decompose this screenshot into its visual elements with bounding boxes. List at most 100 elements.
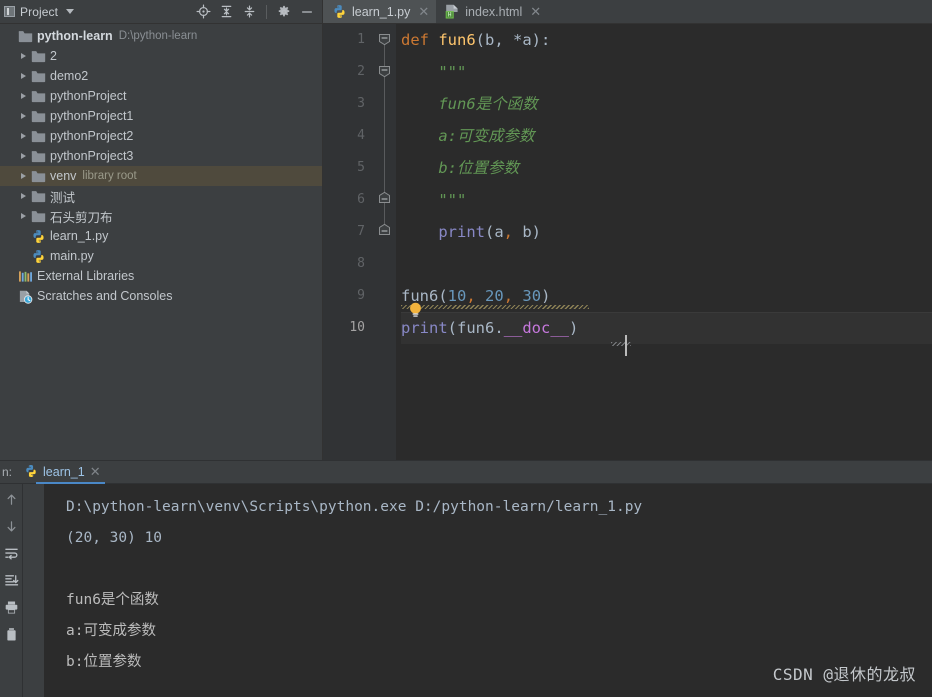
tree-item-learn-1-py[interactable]: learn_1.py bbox=[0, 226, 323, 246]
fold-marker-docstring-end[interactable] bbox=[378, 191, 391, 204]
gear-icon[interactable] bbox=[274, 2, 294, 22]
scroll-to-end-icon[interactable] bbox=[2, 571, 20, 589]
tree-item-external-libraries[interactable]: External Libraries bbox=[0, 266, 323, 286]
tree-item-[interactable]: 石头剪刀布 bbox=[0, 206, 323, 226]
folder-icon bbox=[17, 28, 33, 44]
tree-item-label: 石头剪刀布 bbox=[50, 210, 113, 225]
run-console-toolbar bbox=[0, 484, 23, 697]
tree-item-label: venv bbox=[50, 169, 77, 183]
chevron-right-icon[interactable] bbox=[17, 106, 30, 126]
chevron-right-icon[interactable] bbox=[17, 66, 30, 86]
up-arrow-icon[interactable] bbox=[2, 490, 20, 508]
tree-item-label: pythonProject bbox=[50, 89, 127, 103]
code-token: ( bbox=[438, 287, 448, 305]
fold-marker-def[interactable] bbox=[378, 33, 391, 46]
chevron-right-icon[interactable] bbox=[17, 126, 30, 146]
code-folding-gutter[interactable] bbox=[374, 24, 396, 461]
collapse-all-icon[interactable] bbox=[239, 2, 259, 22]
code-editor[interactable]: 1 2 3 4 5 6 7 8 9 10 def fun6(b, *a): ""… bbox=[323, 24, 932, 461]
line-number: 10 bbox=[349, 320, 365, 335]
tree-item-2[interactable]: 2 bbox=[0, 46, 323, 66]
close-icon[interactable]: ✕ bbox=[418, 5, 429, 18]
console-line: a:可变成参数 bbox=[66, 623, 156, 639]
chevron-right-icon[interactable] bbox=[17, 86, 30, 106]
run-tab-label: learn_1 bbox=[43, 465, 85, 479]
close-icon[interactable]: ✕ bbox=[530, 5, 541, 18]
code-line-6[interactable]: """ bbox=[401, 184, 932, 216]
tree-item-pythonproject[interactable]: pythonProject bbox=[0, 86, 323, 106]
chevron-right-icon[interactable] bbox=[17, 146, 30, 166]
code-token: (a bbox=[485, 223, 504, 241]
code-token: . bbox=[494, 319, 504, 337]
chevron-right-icon[interactable] bbox=[17, 166, 30, 186]
tree-item-pythonproject1[interactable]: pythonProject1 bbox=[0, 106, 323, 126]
tree-item-main-py[interactable]: main.py bbox=[0, 246, 323, 266]
run-tab-learn1[interactable]: learn_1 ✕ bbox=[16, 461, 109, 484]
tree-item-[interactable]: 测试 bbox=[0, 186, 323, 206]
code-token: ) bbox=[569, 319, 579, 337]
code-line-1[interactable]: def fun6(b, *a): bbox=[401, 24, 932, 56]
code-token: 10 bbox=[447, 287, 467, 305]
python-file-icon bbox=[331, 4, 347, 20]
folder-icon bbox=[30, 68, 46, 84]
code-text-area[interactable]: def fun6(b, *a): """ fun6是个函数 a:可变成参数 b:… bbox=[396, 24, 932, 461]
tree-arrow-placeholder bbox=[4, 266, 17, 286]
code-line-7[interactable]: print(a, b) bbox=[401, 216, 932, 248]
code-token: """ bbox=[401, 191, 467, 209]
project-title-group[interactable]: Project bbox=[4, 5, 75, 19]
code-line-4[interactable]: a:可变成参数 bbox=[401, 120, 932, 152]
tree-arrow-placeholder bbox=[17, 246, 30, 266]
console-output[interactable]: D:\python-learn\venv\Scripts\python.exe … bbox=[44, 484, 932, 697]
pycharm-window: Project python-learn D:\python-learn 2 d… bbox=[0, 0, 932, 697]
code-token: __doc__ bbox=[503, 319, 570, 337]
code-line-10[interactable]: print(fun6.__doc__) bbox=[401, 312, 932, 344]
code-line-3[interactable]: fun6是个函数 bbox=[401, 88, 932, 120]
tree-item-label: External Libraries bbox=[37, 269, 135, 283]
tree-item-pythonproject3[interactable]: pythonProject3 bbox=[0, 146, 323, 166]
chevron-right-icon[interactable] bbox=[17, 186, 30, 206]
folder-icon bbox=[30, 208, 46, 224]
locate-icon[interactable] bbox=[193, 2, 213, 22]
project-tree[interactable]: python-learn D:\python-learn 2 demo2 pythonP… bbox=[0, 24, 323, 461]
code-token: print bbox=[401, 319, 448, 337]
tree-item-label: Scratches and Consoles bbox=[37, 289, 173, 303]
run-window-label: n: bbox=[2, 465, 13, 479]
tree-item-python-learn[interactable]: python-learn D:\python-learn bbox=[0, 26, 323, 46]
tree-item-sublabel: D:\python-learn bbox=[118, 30, 198, 42]
tree-item-label: learn_1.py bbox=[50, 229, 109, 243]
console-gutter bbox=[23, 484, 44, 697]
editor-tab-learn-1-py[interactable]: learn_1.py ✕ bbox=[323, 0, 437, 23]
close-icon[interactable]: ✕ bbox=[90, 464, 101, 480]
tree-item-demo2[interactable]: demo2 bbox=[0, 66, 323, 86]
tree-item-scratches-and-consoles[interactable]: Scratches and Consoles bbox=[0, 286, 323, 306]
editor-tab-index-html[interactable]: Hindex.html ✕ bbox=[436, 0, 548, 23]
fold-marker-body-end[interactable] bbox=[378, 223, 391, 236]
line-number: 3 bbox=[357, 96, 365, 111]
trash-icon[interactable] bbox=[2, 625, 20, 643]
print-icon[interactable] bbox=[2, 598, 20, 616]
down-arrow-icon[interactable] bbox=[2, 517, 20, 535]
code-token: a:可变成参数 bbox=[401, 127, 535, 145]
toolbar-divider bbox=[266, 4, 267, 19]
fold-marker-docstring-start[interactable] bbox=[378, 65, 391, 78]
tree-item-label: 2 bbox=[50, 49, 57, 63]
tree-item-venv[interactable]: venv library root bbox=[0, 166, 323, 186]
soft-wrap-icon[interactable] bbox=[2, 544, 20, 562]
editor-tab-bar: learn_1.py ✕ Hindex.html ✕ bbox=[323, 0, 932, 24]
scratches-icon bbox=[17, 288, 33, 304]
expand-all-icon[interactable] bbox=[216, 2, 236, 22]
editor-area: learn_1.py ✕ Hindex.html ✕ 1 2 3 4 5 6 7 8 9 10 bbox=[323, 0, 932, 461]
tree-item-label: pythonProject1 bbox=[50, 109, 134, 123]
svg-text:H: H bbox=[448, 12, 452, 19]
tree-item-pythonproject2[interactable]: pythonProject2 bbox=[0, 126, 323, 146]
chevron-right-icon[interactable] bbox=[17, 206, 30, 226]
lightbulb-icon[interactable] bbox=[408, 302, 423, 319]
code-line-8[interactable] bbox=[401, 248, 932, 280]
code-token: 20 bbox=[485, 287, 504, 305]
chevron-down-icon[interactable] bbox=[66, 9, 75, 14]
code-line-5[interactable]: b:位置参数 bbox=[401, 152, 932, 184]
code-line-2[interactable]: """ bbox=[401, 56, 932, 88]
minimize-icon[interactable] bbox=[297, 2, 317, 22]
line-number: 4 bbox=[357, 128, 365, 143]
chevron-right-icon[interactable] bbox=[17, 46, 30, 66]
